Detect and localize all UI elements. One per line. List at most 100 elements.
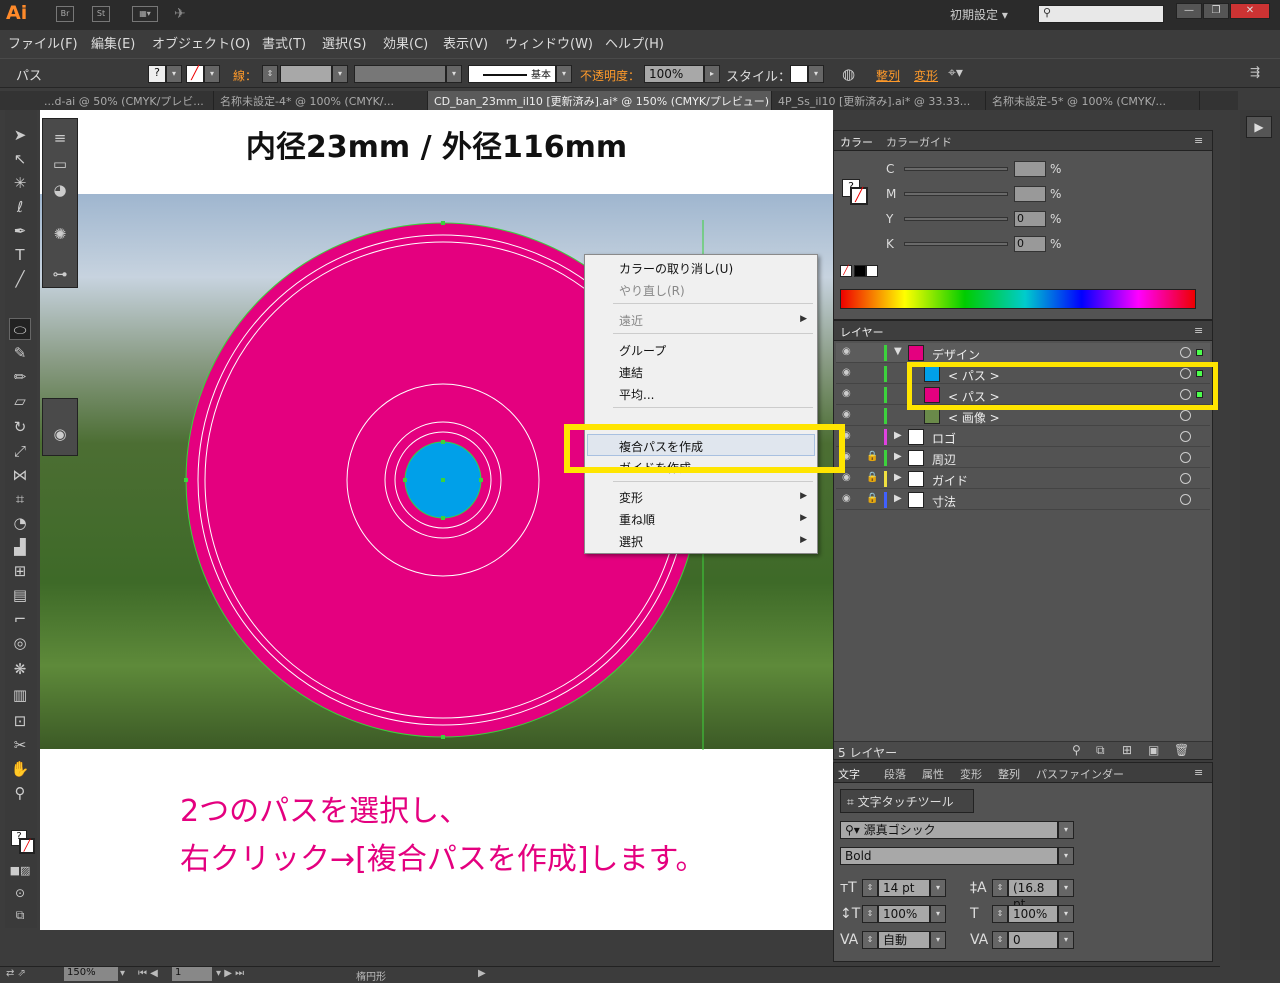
stroke-weight-input[interactable] [280, 65, 332, 83]
graphic-style-swatch[interactable] [790, 65, 808, 83]
clipping-mask-icon[interactable]: ⧉ [1096, 743, 1105, 758]
graphic-style-dropdown[interactable]: ▾ [808, 65, 824, 83]
stroke-dropdown[interactable]: ▾ [204, 65, 220, 83]
zoom-input[interactable]: 150% [64, 967, 118, 981]
channel-y-slider[interactable] [904, 217, 1008, 221]
vertical-scale-stepper[interactable]: ⇕ [862, 905, 878, 923]
pencil-tool-icon[interactable]: ✏ [9, 366, 31, 388]
zoom-dropdown[interactable]: ▾ [120, 968, 125, 979]
tab-paragraph[interactable]: 段落 [884, 766, 906, 782]
kerning-input[interactable]: 自動 [878, 931, 930, 949]
panel-menu-icon[interactable]: ≡ [49, 127, 71, 149]
vertical-scale-input[interactable]: 100% [878, 905, 930, 923]
artboard-nav-icon[interactable]: ⇄ ⇗ [6, 968, 26, 979]
layer-row[interactable]: ◉ 🔒 ▶ 寸法 [836, 490, 1210, 510]
control-bar-menu-icon[interactable]: ⇶ [1250, 65, 1260, 79]
target-circle-icon[interactable] [1180, 494, 1191, 505]
touch-type-button[interactable]: ⌗ 文字タッチツール [840, 789, 974, 813]
lock-icon[interactable]: 🔒 [866, 472, 878, 483]
free-transform-tool-icon[interactable]: ⌗ [9, 488, 31, 510]
font-size-stepper[interactable]: ⇕ [862, 879, 878, 897]
stroke-color-icon[interactable]: ╱ [850, 187, 868, 205]
none-swatch[interactable]: ╱ [840, 265, 852, 277]
channel-k-slider[interactable] [904, 242, 1008, 246]
tab-transform[interactable]: 変形 [960, 766, 982, 782]
expand-triangle-icon[interactable]: ▶ [894, 493, 902, 504]
opacity-dropdown[interactable]: ▸ [704, 65, 720, 83]
selection-square-icon[interactable] [1196, 349, 1203, 356]
expand-triangle-icon[interactable]: ▶ [894, 430, 902, 441]
menu-object[interactable]: オブジェクト(O) [152, 33, 250, 52]
font-size-dropdown[interactable]: ▾ [930, 879, 946, 897]
panel-menu-icon[interactable]: ≡ [1194, 134, 1203, 147]
minimize-icon[interactable]: — [1176, 3, 1202, 19]
layer-name[interactable]: ガイド [932, 472, 968, 489]
expand-triangle-icon[interactable]: ▶ [894, 472, 902, 483]
color-mode-icon[interactable]: ■▨ [9, 860, 31, 882]
appearance-panel-icon[interactable]: ✺ [49, 223, 71, 245]
align-link[interactable]: 整列 [876, 67, 900, 84]
document-tab[interactable]: 4P_Ss_il10 [更新済み].ai* @ 33.33... [772, 91, 986, 110]
white-swatch[interactable] [866, 265, 878, 277]
screen-mode-icon[interactable]: ⧉ [9, 904, 31, 926]
panel-menu-icon[interactable]: ≡ [1194, 324, 1203, 337]
kerning-dropdown[interactable]: ▾ [930, 931, 946, 949]
ellipse-tool-icon[interactable]: ⬭ [9, 318, 31, 340]
stroke-weight-dropdown[interactable]: ▾ [332, 65, 348, 83]
magic-wand-tool-icon[interactable]: ✳ [9, 172, 31, 194]
fill-dropdown[interactable]: ▾ [166, 65, 182, 83]
menu-item-group[interactable]: グループ [619, 342, 666, 359]
visibility-eye-icon[interactable]: ◉ [842, 493, 851, 504]
mesh-tool-icon[interactable]: ⊞ [9, 560, 31, 582]
layer-name[interactable]: 周辺 [932, 451, 956, 468]
menu-item-average[interactable]: 平均... [619, 386, 654, 403]
horizontal-scale-input[interactable]: 100% [1008, 905, 1058, 923]
new-layer-icon[interactable]: ▣ [1148, 743, 1159, 757]
visibility-eye-icon[interactable]: ◉ [842, 346, 851, 357]
visibility-eye-icon[interactable]: ◉ [842, 472, 851, 483]
width-tool-icon[interactable]: ⋈ [9, 464, 31, 486]
shape-builder-tool-icon[interactable]: ◔ [9, 512, 31, 534]
visibility-eye-icon[interactable]: ◉ [842, 367, 851, 378]
channel-y-input[interactable]: 0 [1014, 211, 1046, 227]
menu-item-transform[interactable]: 変形 [619, 489, 643, 506]
vertical-scale-dropdown[interactable]: ▾ [930, 905, 946, 923]
layer-row[interactable]: ◉ ▼ デザイン [836, 343, 1210, 363]
transparency-panel-icon[interactable]: ◕ [49, 179, 71, 201]
panel-menu-icon[interactable]: ≡ [1194, 766, 1203, 779]
restore-icon[interactable]: ❐ [1203, 3, 1229, 19]
font-family-dropdown[interactable]: ▾ [1058, 821, 1074, 839]
direct-selection-tool-icon[interactable]: ↖ [9, 148, 31, 170]
artboard-number-input[interactable]: 1 [172, 967, 212, 981]
menu-help[interactable]: ヘルプ(H) [605, 33, 664, 52]
channel-m-slider[interactable] [904, 192, 1008, 196]
tracking-dropdown[interactable]: ▾ [1058, 931, 1074, 949]
horizontal-scale-dropdown[interactable]: ▾ [1058, 905, 1074, 923]
perspective-grid-tool-icon[interactable]: ▟ [9, 536, 31, 558]
document-tab-active[interactable]: CD_ban_23mm_il10 [更新済み].ai* @ 150% (CMYK… [428, 91, 772, 110]
layer-row[interactable]: ◉ ▶ ロゴ [836, 427, 1210, 447]
type-tool-icon[interactable]: T [9, 244, 31, 266]
menu-edit[interactable]: 編集(E) [91, 33, 135, 52]
font-style-select[interactable]: Bold [840, 847, 1058, 865]
stock-button[interactable]: St [92, 6, 110, 22]
transform-link[interactable]: 変形 [914, 67, 938, 84]
menu-effect[interactable]: 効果(C) [383, 33, 428, 52]
links-panel-icon[interactable]: ⊶ [49, 263, 71, 285]
graph-tool-icon[interactable]: ▥ [9, 684, 31, 706]
tab-align[interactable]: 整列 [998, 766, 1020, 782]
blend-tool-icon[interactable]: ◎ [9, 632, 31, 654]
stroke-weight-stepper[interactable]: ⇕ [262, 65, 278, 83]
gpu-rocket-icon[interactable]: ✈ [174, 6, 186, 22]
delete-layer-icon[interactable]: 🗑 [1174, 743, 1189, 757]
brush-select[interactable]: 基本 [468, 65, 556, 83]
layer-name[interactable]: ロゴ [932, 430, 956, 447]
variable-width-dropdown[interactable]: ▾ [446, 65, 462, 83]
channel-c-slider[interactable] [904, 167, 1008, 171]
channel-c-input[interactable] [1014, 161, 1046, 177]
target-circle-icon[interactable] [1180, 431, 1191, 442]
leading-stepper[interactable]: ⇕ [992, 879, 1008, 897]
arrange-documents-icon[interactable]: ▦▾ [132, 6, 158, 22]
expand-panels-icon[interactable]: ▶ [1246, 116, 1272, 138]
color-spectrum[interactable] [840, 289, 1196, 309]
